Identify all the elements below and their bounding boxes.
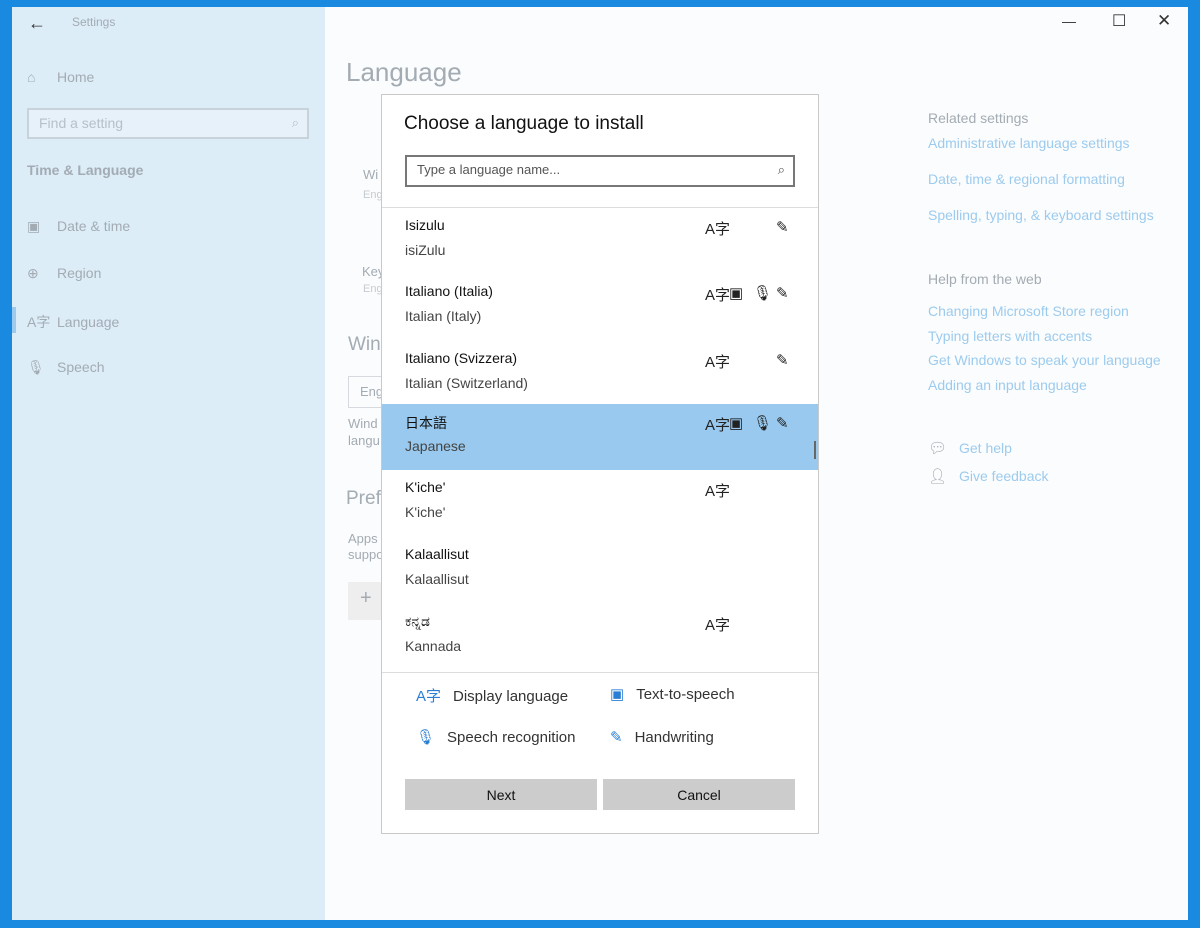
home-icon: ⌂ (27, 69, 36, 85)
legend-speech: 🎙︎ Speech recognition (416, 729, 576, 746)
link-speak-language[interactable]: Get Windows to speak your language (928, 352, 1161, 368)
language-native-name: K'iche' (405, 479, 446, 495)
language-english-name: Italian (Switzerland) (405, 375, 528, 391)
find-setting-input[interactable]: Find a setting ⌕ (27, 108, 309, 139)
feedback-icon: 👤︎ (928, 468, 948, 485)
legend-tts: ▣ Text-to-speech (610, 686, 735, 703)
minimize-button[interactable]: — (1062, 13, 1076, 29)
link-date-time-format[interactable]: Date, time & regional formatting (928, 171, 1125, 187)
section-title: Time & Language (27, 162, 144, 178)
display-language-icon: A字 (705, 617, 731, 634)
sidebar-item-region[interactable]: ⊕ Region (27, 265, 101, 282)
language-native-name: Isizulu (405, 217, 445, 233)
sidebar-home[interactable]: ⌂ Home (27, 69, 94, 85)
back-icon[interactable]: ← (28, 13, 46, 34)
language-item[interactable]: Isizulu isiZulu A字 ✎ (382, 208, 818, 274)
language-search-input[interactable]: Type a language name... ⌕ (405, 155, 795, 187)
calendar-clock-icon: ▣ (27, 218, 41, 234)
display-language-icon: A字 (705, 417, 731, 434)
get-help-link[interactable]: Get help (959, 440, 1012, 456)
language-english-name: Kalaallisut (405, 571, 469, 587)
window-title: Settings (72, 15, 116, 29)
page-title: Language (346, 57, 462, 87)
language-icon: A字 (27, 314, 51, 330)
display-language-icon: A字 (705, 221, 731, 238)
language-english-name: Italian (Italy) (405, 308, 482, 324)
language-english-name: Japanese (405, 438, 466, 454)
microphone-icon: 🎙︎ (753, 415, 773, 432)
text-to-speech-icon: ▣ (729, 415, 744, 432)
search-icon: ⌕ (777, 162, 785, 177)
language-english-name: Kannada (405, 638, 462, 654)
handwriting-icon: ✎ (776, 285, 789, 302)
text-to-speech-icon: ▣ (729, 285, 744, 302)
scrollbar[interactable] (814, 441, 816, 459)
next-button[interactable]: Next (405, 779, 597, 810)
display-language-icon: A字 (705, 483, 731, 500)
choose-language-dialog: Choose a language to install Type a lang… (381, 94, 819, 834)
language-native-name: Italiano (Italia) (405, 283, 493, 299)
microphone-icon: 🎙︎ (753, 285, 773, 302)
maximize-button[interactable]: ☐ (1112, 11, 1126, 31)
language-item[interactable]: ಕನ್ನಡ Kannada A字 (382, 604, 818, 670)
divider (382, 672, 818, 673)
sidebar-item-speech[interactable]: 🎙︎ Speech (27, 359, 104, 376)
handwriting-icon: ✎ (776, 219, 789, 236)
sidebar-item-language[interactable]: A字 Language (27, 312, 119, 332)
cancel-button[interactable]: Cancel (603, 779, 795, 810)
language-native-name: 日本語 (405, 415, 447, 431)
link-store-region[interactable]: Changing Microsoft Store region (928, 303, 1129, 319)
language-english-name: K'iche' (405, 504, 446, 520)
language-item[interactable]: Kalaallisut Kalaallisut (382, 537, 818, 603)
give-feedback-link[interactable]: Give feedback (959, 468, 1049, 484)
dialog-title: Choose a language to install (404, 113, 644, 134)
link-accents[interactable]: Typing letters with accents (928, 328, 1092, 344)
display-language-icon: A字 (416, 688, 442, 705)
language-item[interactable]: Italiano (Svizzera) Italian (Switzerland)… (382, 341, 818, 407)
display-language-icon: A字 (705, 354, 731, 371)
link-spelling-typing[interactable]: Spelling, typing, & keyboard settings (928, 207, 1154, 223)
microphone-icon: 🎙︎ (416, 729, 436, 746)
handwriting-icon: ✎ (776, 415, 789, 432)
get-help-icon: 💬︎ (928, 440, 948, 457)
link-admin-language[interactable]: Administrative language settings (928, 135, 1130, 151)
language-native-name: Italiano (Svizzera) (405, 350, 518, 366)
microphone-icon: 🎙︎ (27, 359, 45, 375)
language-native-name: ಕನ್ನಡ (405, 613, 430, 629)
language-native-name: Kalaallisut (405, 546, 469, 562)
display-language-icon: A字 (705, 287, 731, 304)
legend-handwriting: ✎ Handwriting (610, 729, 714, 746)
handwriting-icon: ✎ (610, 729, 623, 746)
language-item[interactable]: K'iche' K'iche' A字 (382, 470, 818, 536)
language-english-name: isiZulu (405, 242, 446, 258)
search-icon: ⌕ (291, 115, 299, 130)
link-input-language[interactable]: Adding an input language (928, 377, 1087, 393)
close-button[interactable]: ✕ (1157, 11, 1171, 31)
language-item[interactable]: Italiano (Italia) Italian (Italy) A字 ▣ 🎙︎ ✎ (382, 274, 818, 340)
text-to-speech-icon: ▣ (610, 686, 625, 703)
active-indicator (12, 307, 16, 333)
sidebar: ← Settings ⌂ Home Find a setting ⌕ Time & … (12, 7, 325, 920)
handwriting-icon: ✎ (776, 352, 789, 369)
globe-icon: ⊕ (27, 265, 39, 281)
legend-display: A字 Display language (416, 688, 569, 705)
sidebar-item-date-time[interactable]: ▣ Date & time (27, 218, 130, 235)
language-item[interactable]: 日本語 Japanese A字 ▣ 🎙︎ ✎ (382, 404, 818, 470)
